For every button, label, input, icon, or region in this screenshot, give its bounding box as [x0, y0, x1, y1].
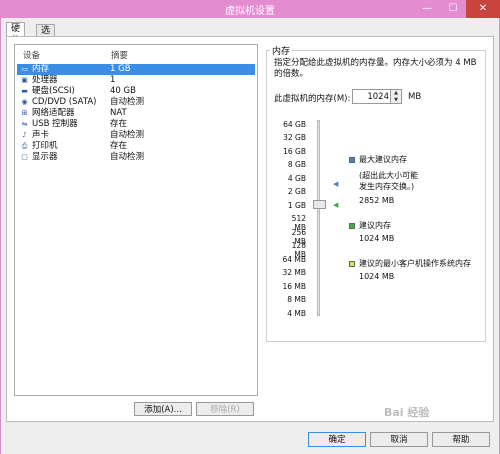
scale-label: 32 GB [283, 133, 306, 142]
device-name: 网络适配器 [32, 108, 75, 118]
scale-label: 1 GB [287, 201, 306, 210]
memory-size-input[interactable]: 1024 ▲ ▼ [352, 89, 402, 104]
scale-label: 16 GB [283, 147, 306, 156]
device-row-printer[interactable]: ⎙ 打印机 存在 [17, 141, 255, 152]
device-row-network[interactable]: ⊞ 网络适配器 NAT [17, 108, 255, 119]
min-guest-value: 1024 MB [359, 272, 395, 281]
min-guest-title: 建议的最小客户机操作系统内存 [359, 259, 471, 268]
scale-label: 16 MB [282, 282, 306, 291]
display-icon: ▢ [21, 153, 28, 161]
recommended-legend-icon [349, 223, 355, 229]
device-row-cd-dvd[interactable]: ◉ CD/DVD (SATA) 自动检测 [17, 97, 255, 108]
spin-down-icon[interactable]: ▼ [391, 97, 401, 103]
title-bar: 虚拟机设置 — ☐ ✕ [0, 0, 500, 18]
recommended-marker-icon: ◀ [333, 201, 339, 209]
sound-card-icon: ♪ [22, 131, 27, 139]
maximize-button[interactable]: ☐ [440, 0, 466, 18]
device-row-display[interactable]: ▢ 显示器 自动检测 [17, 152, 255, 163]
scale-label: 4 GB [287, 174, 306, 183]
close-button[interactable]: ✕ [466, 0, 500, 18]
watermark: Bai 经验 [384, 406, 430, 419]
harddisk-icon: ▬ [21, 87, 28, 95]
device-row-sound[interactable]: ♪ 声卡 自动检测 [17, 130, 255, 141]
device-name: USB 控制器 [32, 119, 78, 129]
scale-label: 8 GB [287, 160, 306, 169]
cd-dvd-icon: ◉ [21, 98, 28, 106]
device-name: 声卡 [32, 130, 50, 140]
memory-slider-track[interactable] [317, 120, 320, 316]
memory-label: 此虚拟机的内存(M): [274, 94, 351, 104]
device-list-header: 设备 摘要 [19, 49, 255, 61]
device-summary: 自动检测 [110, 130, 145, 140]
network-adapter-icon: ⊞ [21, 109, 28, 117]
usb-controller-icon: ⇋ [21, 120, 28, 128]
add-device-button[interactable]: 添加(A)... [134, 402, 192, 416]
max-recommended-marker-icon: ◀ [333, 180, 339, 188]
memory-value: 1024 [367, 92, 389, 102]
ok-button[interactable]: 确定 [308, 432, 366, 447]
memory-icon: ▭ [21, 65, 28, 73]
column-summary: 摘要 [111, 51, 129, 61]
column-device: 设备 [23, 51, 41, 61]
memory-spinner[interactable]: ▲ ▼ [390, 90, 401, 103]
min-guest-legend-icon [349, 261, 355, 267]
device-summary: 1 [110, 75, 116, 85]
device-list[interactable]: 设备 摘要 ▭ 内存 1 GB ▣ 处理器 1 ▬ 硬盘(SCSI) 40 GB… [14, 44, 258, 396]
device-name: CD/DVD (SATA) [32, 97, 97, 107]
device-name: 处理器 [32, 75, 58, 85]
recommended-title: 建议内存 [359, 221, 391, 230]
recommended-value: 1024 MB [359, 234, 395, 243]
memory-description: 指定分配给此虚拟机的内存量。内存大小必须为 4 MB 的倍数。 [274, 58, 477, 79]
max-recommended-value: 2852 MB [359, 196, 395, 205]
device-row-memory[interactable]: ▭ 内存 1 GB [17, 64, 255, 75]
device-summary: 1 GB [110, 64, 131, 74]
tab-hardware[interactable]: 硬件 [6, 22, 26, 46]
device-summary: 自动检测 [110, 152, 145, 162]
scale-label: 4 MB [287, 309, 306, 318]
device-summary: 存在 [110, 119, 128, 129]
device-row-processor[interactable]: ▣ 处理器 1 [17, 75, 255, 86]
max-recommended-legend-icon [349, 157, 355, 163]
spin-up-icon[interactable]: ▲ [391, 90, 401, 96]
device-summary: 40 GB [110, 86, 136, 96]
scale-label: 64 MB [282, 255, 306, 264]
device-name: 打印机 [32, 141, 58, 151]
scale-label: 8 MB [287, 295, 306, 304]
device-summary: 存在 [110, 141, 128, 151]
cancel-button[interactable]: 取消 [370, 432, 428, 447]
scale-label: 2 GB [287, 187, 306, 196]
memory-slider-thumb[interactable] [313, 200, 326, 209]
max-recommended-title: 最大建议内存 [359, 155, 407, 164]
device-name: 硬盘(SCSI) [32, 86, 75, 96]
device-name: 内存 [32, 64, 50, 74]
minimize-button[interactable]: — [414, 0, 440, 18]
memory-unit: MB [408, 92, 422, 102]
scale-label: 32 MB [282, 268, 306, 277]
device-summary: NAT [110, 108, 127, 118]
max-recommended-note-1: (超出此大小可能 [359, 171, 419, 180]
help-button[interactable]: 帮助 [432, 432, 490, 447]
remove-device-button[interactable]: 移除(R) [196, 402, 254, 416]
device-row-usb[interactable]: ⇋ USB 控制器 存在 [17, 119, 255, 130]
device-summary: 自动检测 [110, 97, 145, 107]
memory-group-title: 内存 [270, 44, 293, 57]
processor-icon: ▣ [21, 76, 28, 84]
printer-icon: ⎙ [21, 142, 28, 150]
max-recommended-note-2: 发生内存交换。) [359, 182, 415, 191]
device-name: 显示器 [32, 152, 58, 162]
scale-label: 64 GB [283, 120, 306, 129]
device-row-harddisk[interactable]: ▬ 硬盘(SCSI) 40 GB [17, 86, 255, 97]
